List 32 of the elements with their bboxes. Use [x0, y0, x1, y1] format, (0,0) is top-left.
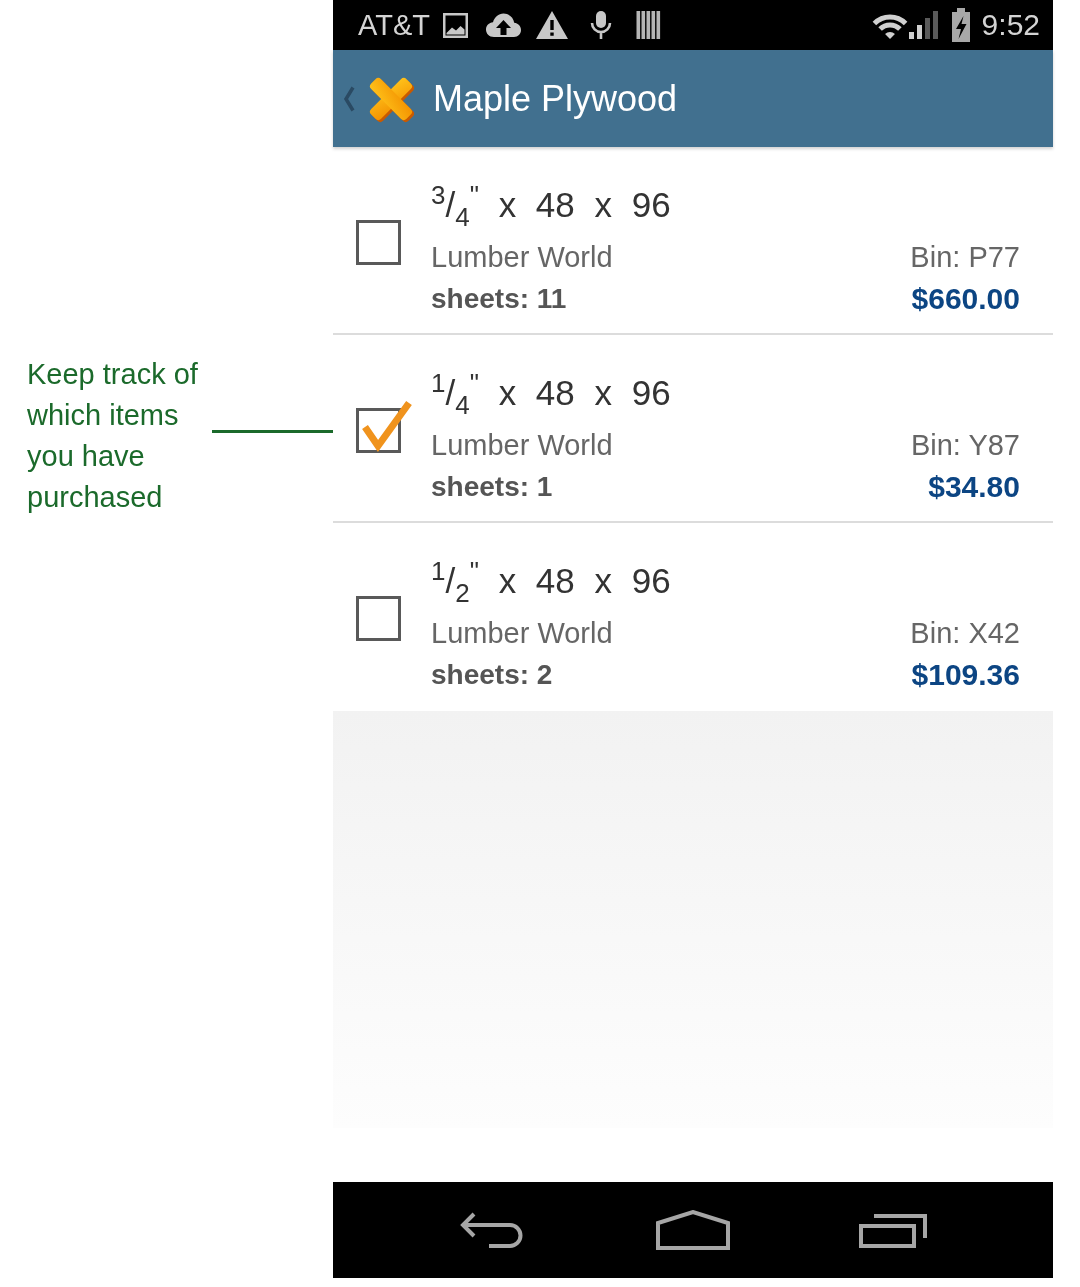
checkbox[interactable] — [356, 219, 401, 265]
item-price: $109.36 — [911, 657, 1020, 693]
sheet-count: sheets: 2 — [431, 658, 553, 692]
item-dimensions: $^{1}$/$_{2}$$^{"}$ x 48 x 96 — [431, 559, 671, 606]
cloud-upload-icon — [484, 12, 522, 38]
microphone-icon — [588, 10, 613, 40]
annotation-text: Keep track of which items you have purchased — [27, 357, 199, 515]
bin-location: Bin: P77 — [910, 240, 1020, 275]
item-dimensions: $^{3}$/$_{4}$$^{"}$ x 48 x 96 — [431, 183, 671, 230]
screen-title: Maple Plywood — [433, 80, 678, 117]
recents-icon[interactable] — [859, 1212, 929, 1248]
warning-icon — [534, 10, 569, 40]
checkbox[interactable] — [356, 595, 401, 641]
sheet-count: sheets: 11 — [431, 282, 567, 316]
item-dimensions: $^{1}$/$_{4}$$^{"}$ x 48 x 96 — [431, 371, 671, 418]
item-price: $34.80 — [928, 469, 1020, 505]
image-icon — [442, 12, 468, 38]
home-icon[interactable] — [656, 1210, 730, 1250]
carrier-name: AT&T — [358, 10, 430, 40]
signal-icon — [907, 10, 939, 40]
bin-location: Bin: Y87 — [910, 428, 1020, 463]
sheet-count: sheets: 1 — [431, 470, 553, 504]
barcode-icon — [635, 10, 661, 40]
wifi-icon — [871, 11, 908, 39]
item-price: $660.00 — [911, 281, 1020, 317]
battery-charging-icon — [949, 8, 972, 42]
clock-time: 9:52 — [981, 10, 1040, 40]
bin-location: Bin: X42 — [910, 616, 1020, 651]
store-name: Lumber World — [431, 240, 613, 275]
store-name: Lumber World — [431, 616, 613, 651]
store-name: Lumber World — [431, 428, 613, 463]
back-icon[interactable] — [459, 1211, 525, 1249]
